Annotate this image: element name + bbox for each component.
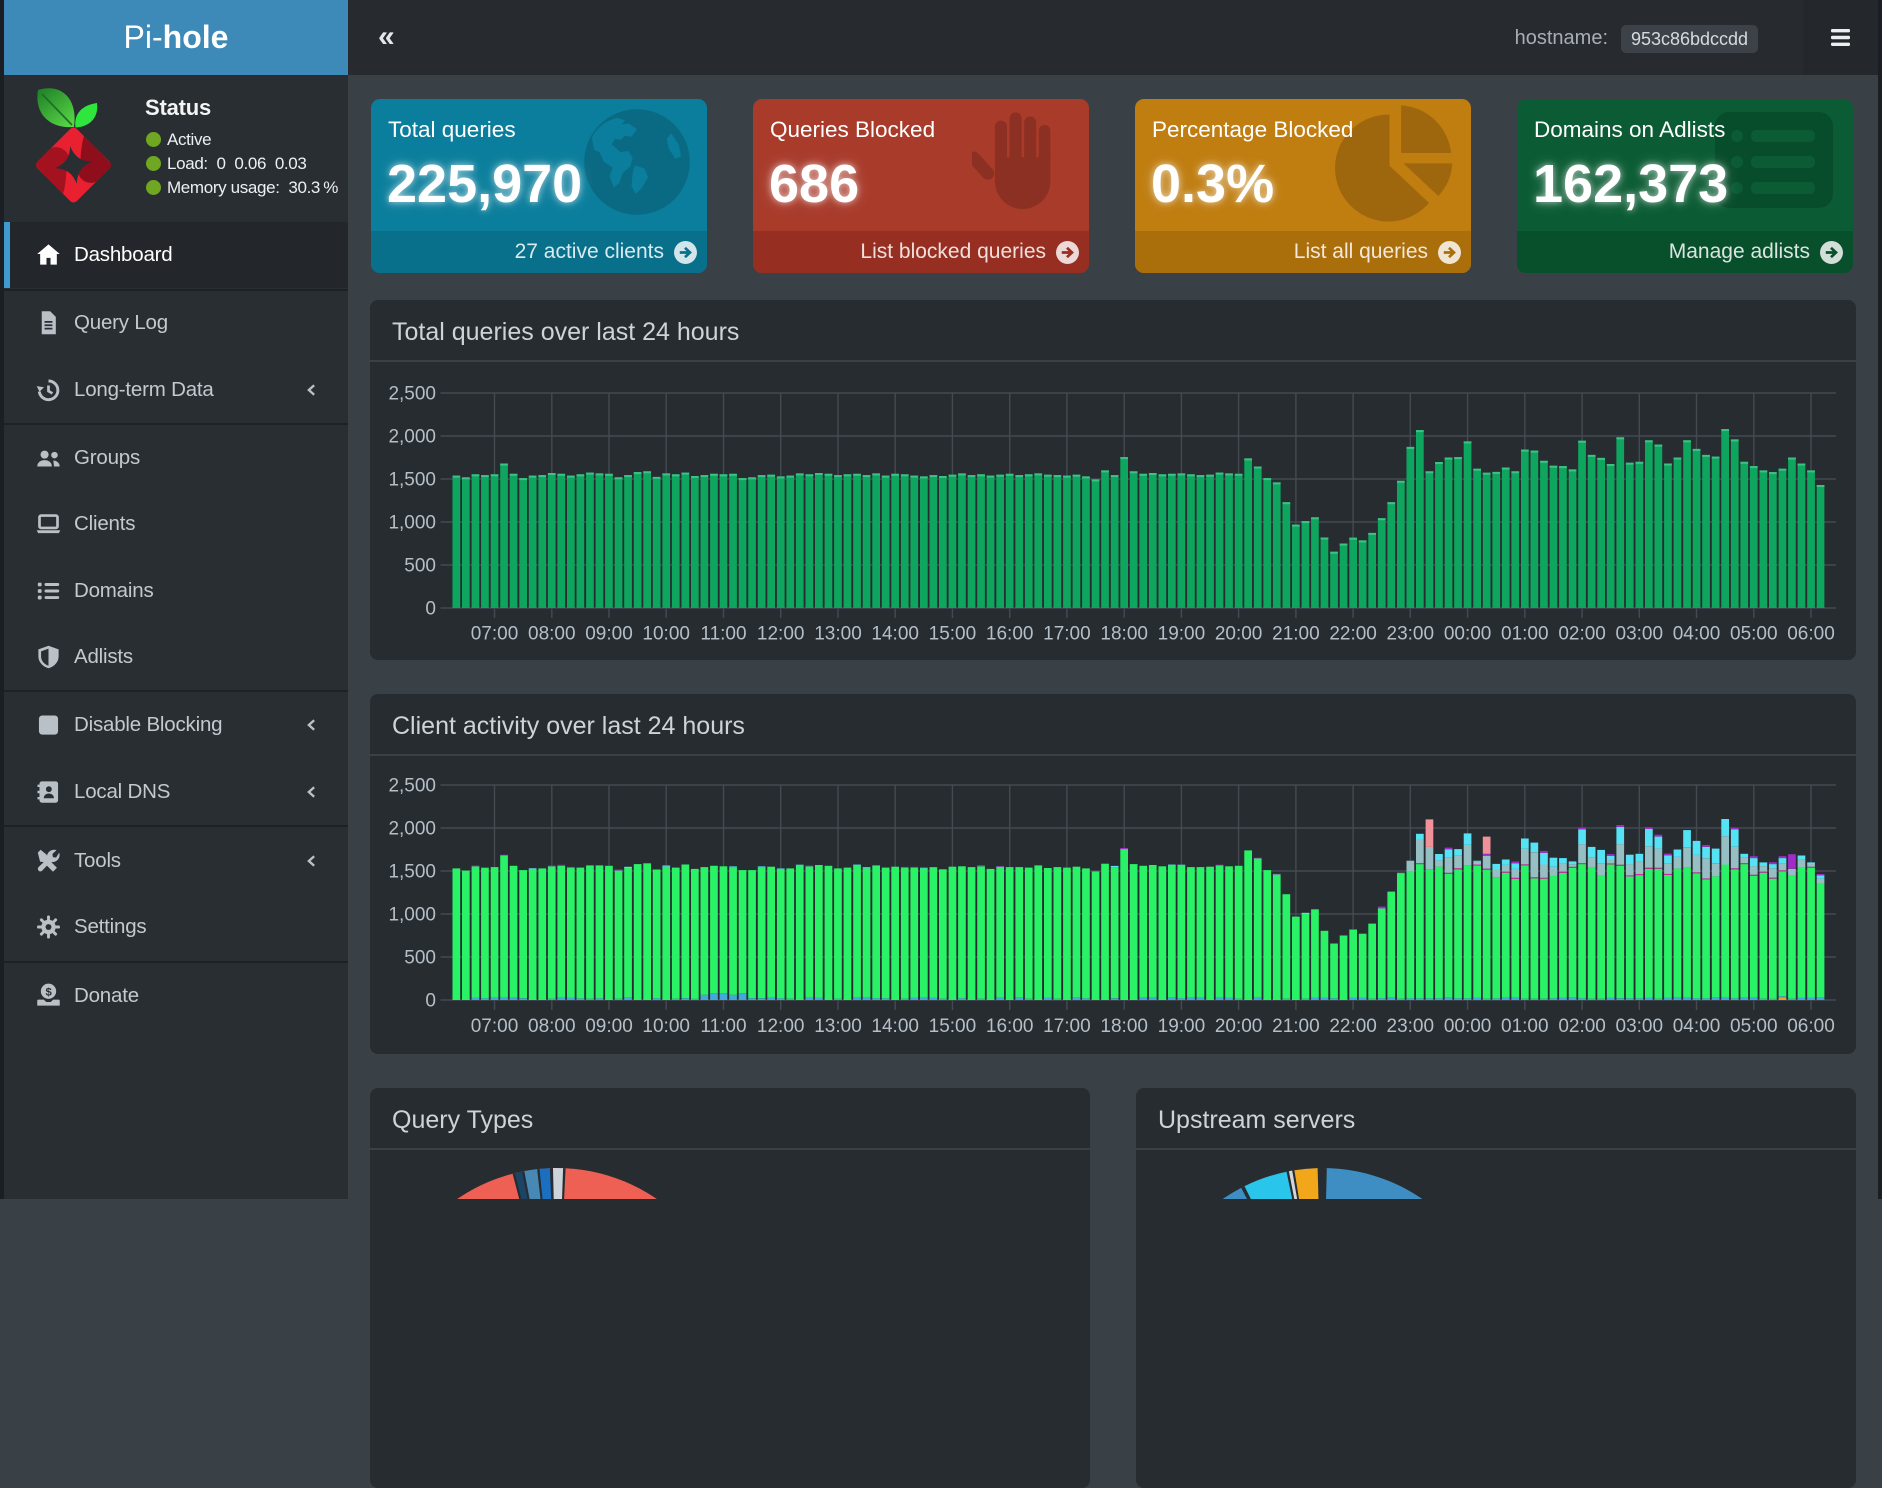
svg-text:1,000: 1,000 — [388, 513, 436, 534]
svg-text:2,000: 2,000 — [388, 427, 436, 448]
svg-text:20:00: 20:00 — [1215, 1016, 1263, 1037]
svg-text:13:00: 13:00 — [814, 624, 862, 645]
svg-text:10:00: 10:00 — [642, 624, 690, 645]
svg-text:08:00: 08:00 — [528, 624, 576, 645]
svg-text:1,000: 1,000 — [388, 905, 436, 926]
svg-text:20:00: 20:00 — [1215, 624, 1263, 645]
svg-text:500: 500 — [404, 556, 436, 577]
svg-text:17:00: 17:00 — [1043, 1016, 1091, 1037]
svg-text:2,500: 2,500 — [388, 776, 436, 797]
svg-text:19:00: 19:00 — [1158, 1016, 1206, 1037]
svg-text:2,500: 2,500 — [388, 384, 436, 405]
svg-text:01:00: 01:00 — [1501, 624, 1549, 645]
svg-text:11:00: 11:00 — [700, 624, 746, 645]
svg-text:500: 500 — [404, 948, 436, 969]
svg-text:16:00: 16:00 — [986, 1016, 1034, 1037]
svg-text:17:00: 17:00 — [1043, 624, 1091, 645]
svg-text:02:00: 02:00 — [1558, 624, 1606, 645]
svg-text:22:00: 22:00 — [1329, 1016, 1377, 1037]
svg-text:00:00: 00:00 — [1444, 624, 1492, 645]
svg-text:0: 0 — [425, 991, 436, 1012]
svg-text:14:00: 14:00 — [871, 624, 919, 645]
svg-text:07:00: 07:00 — [471, 624, 519, 645]
svg-text:16:00: 16:00 — [986, 624, 1034, 645]
svg-text:0: 0 — [425, 599, 436, 620]
svg-text:07:00: 07:00 — [471, 1016, 519, 1037]
svg-text:05:00: 05:00 — [1730, 1016, 1778, 1037]
svg-text:14:00: 14:00 — [871, 1016, 919, 1037]
svg-text:23:00: 23:00 — [1387, 1016, 1435, 1037]
svg-text:19:00: 19:00 — [1158, 624, 1206, 645]
svg-text:15:00: 15:00 — [929, 1016, 977, 1037]
svg-text:12:00: 12:00 — [757, 624, 805, 645]
svg-text:06:00: 06:00 — [1787, 624, 1835, 645]
svg-text:10:00: 10:00 — [642, 1016, 690, 1037]
svg-text:02:00: 02:00 — [1558, 1016, 1606, 1037]
svg-text:15:00: 15:00 — [929, 624, 977, 645]
svg-text:23:00: 23:00 — [1387, 624, 1435, 645]
svg-text:09:00: 09:00 — [585, 624, 633, 645]
svg-text:03:00: 03:00 — [1616, 624, 1664, 645]
svg-text:18:00: 18:00 — [1100, 1016, 1148, 1037]
svg-text:21:00: 21:00 — [1272, 624, 1320, 645]
svg-text:00:00: 00:00 — [1444, 1016, 1492, 1037]
svg-text:01:00: 01:00 — [1501, 1016, 1549, 1037]
svg-text:1,500: 1,500 — [388, 470, 436, 491]
svg-text:12:00: 12:00 — [757, 1016, 805, 1037]
svg-text:08:00: 08:00 — [528, 1016, 576, 1037]
svg-text:04:00: 04:00 — [1673, 1016, 1721, 1037]
svg-text:04:00: 04:00 — [1673, 624, 1721, 645]
svg-text:05:00: 05:00 — [1730, 624, 1778, 645]
svg-text:18:00: 18:00 — [1100, 624, 1148, 645]
svg-text:1,500: 1,500 — [388, 862, 436, 883]
svg-text:03:00: 03:00 — [1616, 1016, 1664, 1037]
svg-text:11:00: 11:00 — [700, 1016, 746, 1037]
svg-text:22:00: 22:00 — [1329, 624, 1377, 645]
svg-text:13:00: 13:00 — [814, 1016, 862, 1037]
svg-text:2,000: 2,000 — [388, 819, 436, 840]
svg-text:09:00: 09:00 — [585, 1016, 633, 1037]
svg-text:21:00: 21:00 — [1272, 1016, 1320, 1037]
svg-text:06:00: 06:00 — [1787, 1016, 1835, 1037]
